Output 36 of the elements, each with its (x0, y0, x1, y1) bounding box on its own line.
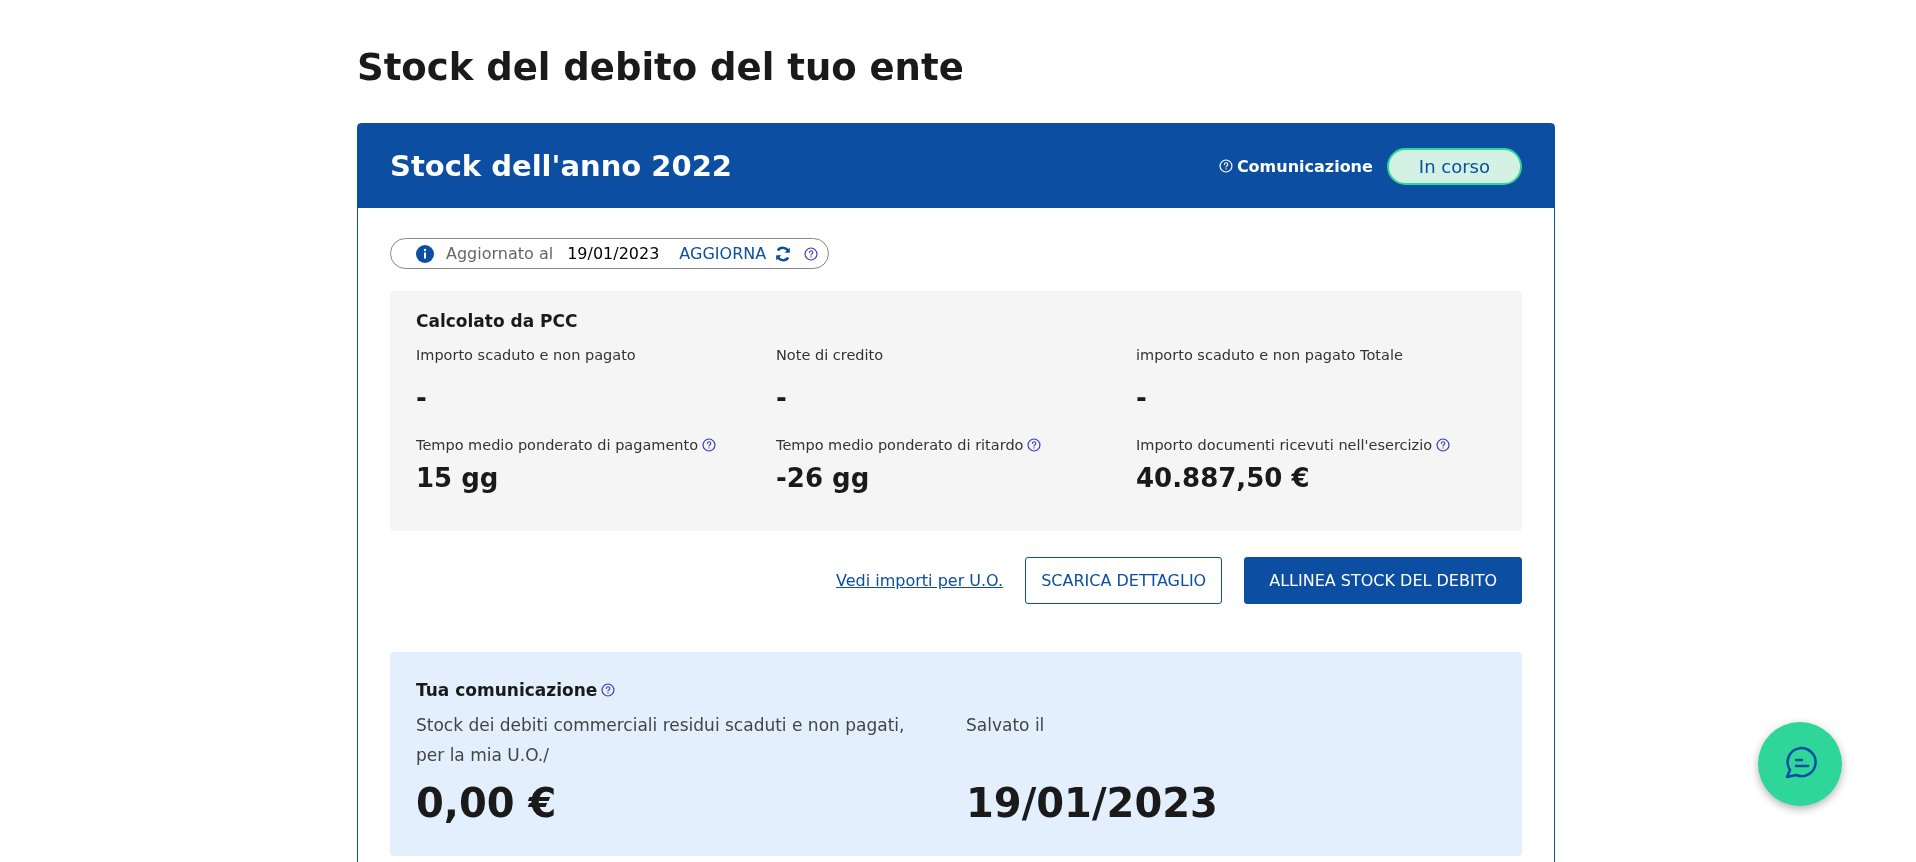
info-icon (416, 244, 434, 263)
update-date: 19/01/2023 (567, 244, 660, 263)
page-title: Stock del debito del tuo ente (357, 45, 965, 91)
metric-label: importo scaduto e non pagato Totale (1136, 347, 1403, 363)
panel-title: Tua comunicazione (416, 680, 598, 700)
help-icon[interactable] (804, 246, 819, 261)
field-value: 0,00 € (416, 780, 558, 826)
field-label: Salvato il (966, 714, 1046, 737)
panel-title: Calcolato da PCC (416, 311, 579, 331)
metric-label: Tempo medio ponderato di pagamento (416, 437, 699, 453)
metric-label: Importo scaduto e non pagato (416, 347, 636, 363)
download-button[interactable]: SCARICA DETTAGLIO (1025, 557, 1223, 604)
metric-value: - (1136, 383, 1148, 413)
chat-button[interactable] (1758, 722, 1842, 806)
status-badge: In corso (1386, 147, 1522, 185)
help-link[interactable]: Comunicazione (1218, 156, 1373, 176)
help-icon[interactable] (702, 438, 717, 452)
update-label: Aggiornato al (446, 244, 554, 263)
metric-value: 15 gg (416, 463, 500, 493)
metric-label: Note di credito (776, 347, 884, 363)
refresh-icon (774, 244, 793, 263)
metric-label: Tempo medio ponderato di ritardo (776, 437, 1024, 453)
details-link[interactable]: Vedi importi per U.O. (836, 571, 1004, 590)
card-title: Stock dell'anno 2022 (390, 149, 733, 183)
help-icon[interactable] (1436, 438, 1451, 452)
help-icon[interactable] (1027, 438, 1042, 452)
metric-value: -26 gg (776, 463, 871, 493)
metric-label: Importo documenti ricevuti nell'esercizio (1136, 437, 1433, 453)
field-label: Stock dei debiti commerciali residui scaduti e non pagati, per la mia U.O./ (416, 714, 906, 767)
metric-value: - (776, 383, 788, 413)
align-button[interactable]: ALLINEA STOCK DEL DEBITO (1244, 557, 1522, 604)
refresh-button[interactable]: AGGIORNA (679, 244, 793, 263)
help-icon[interactable] (601, 683, 616, 697)
field-value: 19/01/2023 (966, 780, 1219, 826)
metric-value: 40.887,50 € (1136, 463, 1311, 493)
metric-value: - (416, 383, 428, 413)
